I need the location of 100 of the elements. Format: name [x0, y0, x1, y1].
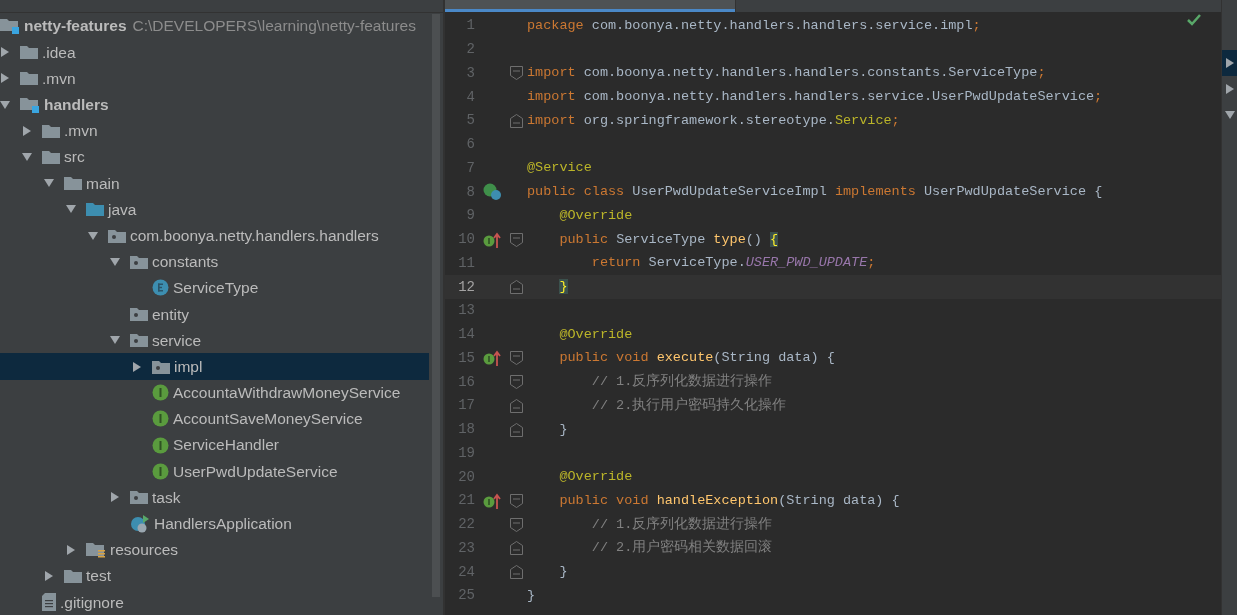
tree-item[interactable]: ServiceType [0, 274, 429, 302]
collapsed-arrow-icon[interactable] [110, 492, 120, 503]
expanded-arrow-icon[interactable] [88, 230, 98, 241]
line-number: 18 [457, 420, 475, 440]
interface-icon [152, 436, 169, 454]
fold-marker-icon[interactable] [509, 280, 523, 295]
folder-icon [42, 150, 60, 165]
tree-item[interactable]: constants [0, 248, 429, 275]
tree-item[interactable]: handlers [0, 91, 429, 118]
tree-item[interactable]: src [0, 143, 429, 171]
tree-item-label: task [152, 487, 181, 508]
code-line: // 1.反序列化数据进行操作 [590, 372, 773, 391]
collapsed-arrow-icon[interactable] [0, 73, 10, 84]
fold-marker-icon[interactable] [509, 398, 523, 413]
expanded-arrow-icon[interactable] [44, 178, 54, 189]
line-number: 3 [465, 63, 475, 83]
line-number: 17 [457, 396, 475, 416]
line-number: 5 [465, 111, 475, 131]
line-number: 1 [465, 16, 475, 36]
tree-item-label: .gitignore [60, 592, 124, 613]
collapsed-arrow-icon[interactable] [1224, 58, 1235, 68]
tree-item-label: service [152, 330, 202, 351]
expanded-arrow-icon[interactable] [22, 152, 32, 163]
code-line: @Override [558, 468, 633, 486]
fold-marker-icon[interactable] [509, 232, 523, 247]
collapsed-arrow-icon[interactable] [0, 47, 10, 58]
tree-item-label: test [86, 566, 111, 587]
fold-marker-icon[interactable] [509, 565, 523, 580]
fold-marker-icon[interactable] [509, 422, 523, 437]
expanded-arrow-icon[interactable] [1224, 110, 1235, 120]
tree-item-label: .mvn [64, 121, 98, 142]
tree-item[interactable]: test [0, 562, 429, 590]
tree-item[interactable]: .gitignore [0, 589, 429, 615]
tree-item[interactable]: AccountaWithdrawMoneyService [0, 379, 429, 406]
code-line: @Override [558, 206, 633, 225]
tree-item[interactable]: .mvn [0, 65, 429, 92]
tree-item[interactable]: com.boonya.netty.handlers.handlers [0, 222, 429, 249]
folder-icon [20, 71, 38, 86]
fold-marker-icon[interactable] [509, 517, 523, 532]
overrides-icon[interactable] [483, 349, 501, 368]
package-icon [130, 254, 148, 269]
code-line: // 2.用户密码相关数据回滚 [590, 538, 773, 558]
code-line: import com.boonya.netty.handlers.handlers.service.UserPwdUpdateService; [527, 88, 1103, 106]
expanded-arrow-icon[interactable] [110, 256, 120, 267]
tree-item[interactable]: ServiceHandler [0, 432, 429, 459]
tree-item[interactable]: java [0, 196, 429, 223]
tree-item[interactable]: netty-features C:\DEVELOPERS\learning\netty-features [0, 13, 429, 40]
collapsed-arrow-icon[interactable] [1224, 84, 1235, 94]
collapsed-arrow-icon[interactable] [132, 361, 142, 372]
tree-item-label: com.boonya.netty.handlers.handlers [130, 225, 379, 246]
folder-icon [86, 202, 104, 217]
fold-marker-icon[interactable] [509, 113, 523, 128]
line-number: 24 [457, 562, 475, 582]
tree-item-label: src [64, 147, 85, 168]
tree-item-label: netty-features [24, 16, 127, 37]
tree-item[interactable]: UserPwdUpdateService [0, 458, 429, 485]
line-number: 10 [457, 230, 475, 250]
tree-item[interactable]: .mvn [0, 117, 429, 144]
expanded-arrow-icon[interactable] [110, 335, 120, 346]
line-number: 23 [457, 538, 475, 558]
tree-item[interactable]: service [0, 327, 429, 354]
fold-marker-icon[interactable] [509, 66, 523, 81]
tree-item[interactable]: task [0, 484, 429, 511]
code-line: // 1.反序列化数据进行操作 [590, 515, 773, 534]
fold-marker-icon[interactable] [509, 493, 523, 508]
collapsed-arrow-icon[interactable] [66, 544, 76, 555]
overrides-icon[interactable] [483, 230, 501, 249]
expanded-arrow-icon[interactable] [0, 99, 10, 110]
fold-marker-icon[interactable] [509, 351, 523, 366]
scrollbar[interactable] [432, 14, 440, 597]
code-line: public void execute(String data) { [558, 349, 835, 368]
fold-marker-icon[interactable] [509, 541, 523, 556]
tree-item[interactable]: AccountSaveMoneyService [0, 405, 429, 432]
collapsed-arrow-icon[interactable] [44, 571, 54, 582]
tree-item[interactable]: main [0, 170, 429, 197]
line-number: 7 [465, 158, 475, 178]
code-line: public class UserPwdUpdateServiceImpl implements UserPwdUpdateService { [527, 183, 1103, 201]
line-number: 21 [457, 491, 475, 511]
module-folder-icon [20, 96, 40, 113]
tree-item[interactable]: .idea [0, 39, 429, 66]
collapsed-arrow-icon[interactable] [22, 125, 32, 136]
overrides-icon[interactable] [483, 491, 501, 510]
tree-item[interactable]: impl [0, 353, 429, 380]
line-number: 2 [465, 40, 475, 60]
interface-icon [152, 384, 169, 402]
fold-marker-icon[interactable] [509, 375, 523, 390]
tree-item-label: resources [110, 540, 179, 561]
check-icon [1187, 14, 1201, 26]
expanded-arrow-icon[interactable] [66, 204, 76, 215]
tree-item-label: ServiceType [173, 278, 259, 299]
line-number: 19 [457, 443, 475, 463]
line-number: 11 [457, 253, 475, 273]
implemented-class-icon[interactable] [482, 183, 502, 202]
side-strip-item[interactable] [1222, 50, 1237, 76]
tree-item[interactable]: entity [0, 301, 429, 328]
folder-icon [64, 176, 82, 191]
line-number: 25 [457, 586, 475, 606]
line-number: 16 [457, 372, 475, 392]
tree-item[interactable]: HandlersApplication [0, 510, 429, 537]
tree-item[interactable]: resources [0, 536, 429, 563]
